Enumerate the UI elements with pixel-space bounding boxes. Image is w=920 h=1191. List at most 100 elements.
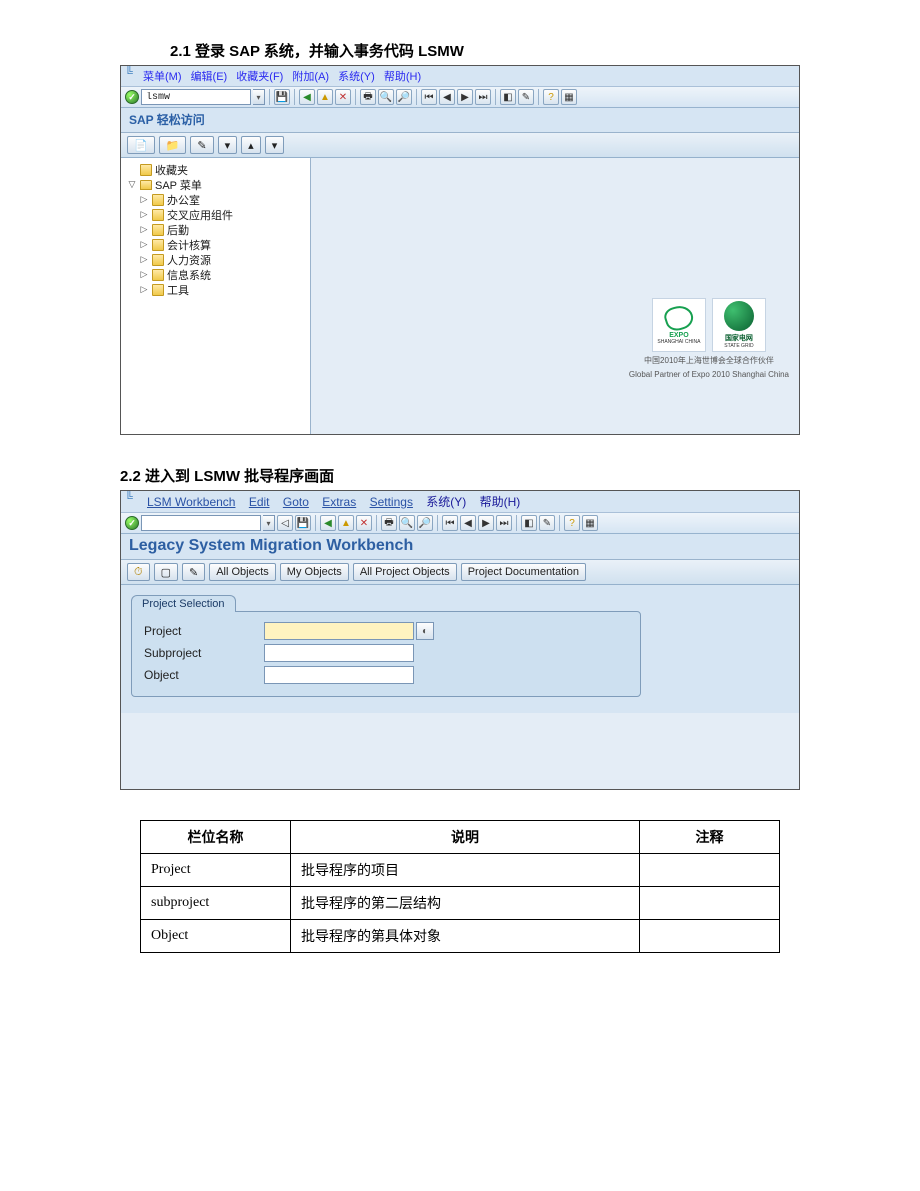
print-icon[interactable]: 🖶	[360, 89, 376, 105]
other-menu-button[interactable]: ✎	[190, 136, 213, 154]
menu-item[interactable]: LSM Workbench	[147, 495, 235, 509]
tree-node[interactable]: 办公室	[167, 192, 200, 208]
shortcut-icon[interactable]: ✎	[518, 89, 534, 105]
tree-node[interactable]: 会计核算	[167, 237, 211, 253]
folder-icon	[152, 254, 164, 266]
content-area: EXPO SHANGHAI CHINA 国家电网 STATE GRID 中国20…	[311, 158, 799, 434]
all-objects-button[interactable]: All Objects	[209, 563, 276, 581]
help-icon[interactable]: ?	[543, 89, 559, 105]
expo-logo: EXPO SHANGHAI CHINA	[652, 298, 706, 352]
branding-footer-cn: 中国2010年上海世博会全球合作伙伴	[629, 356, 789, 366]
find-next-icon[interactable]: 🔎	[396, 89, 412, 105]
tree-node[interactable]: 后勤	[167, 222, 189, 238]
prev-page-icon[interactable]: ◀	[460, 515, 476, 531]
tree-node[interactable]: 交叉应用组件	[167, 207, 233, 223]
all-project-objects-button[interactable]: All Project Objects	[353, 563, 457, 581]
field-description-table: 栏位名称 说明 注释 Project 批导程序的项目 subproject 批导…	[140, 820, 780, 953]
change-entry-button[interactable]: ✎	[182, 563, 205, 581]
tcode-dropdown-icon[interactable]: ▾	[263, 515, 275, 531]
fav-create-button[interactable]: 📄	[127, 136, 155, 154]
tree-node-favorites[interactable]: 收藏夹	[155, 162, 188, 178]
find-next-icon[interactable]: 🔎	[417, 515, 433, 531]
table-header: 说明	[291, 821, 640, 854]
exit-icon[interactable]: ▲	[338, 515, 354, 531]
menu-item[interactable]: 帮助(H)	[480, 495, 521, 509]
print-icon[interactable]: 🖶	[381, 515, 397, 531]
save-icon[interactable]: 💾	[274, 89, 290, 105]
new-session-icon[interactable]: ◧	[521, 515, 537, 531]
my-objects-button[interactable]: My Objects	[280, 563, 349, 581]
table-row: Project 批导程序的项目	[141, 854, 780, 887]
table-row: Object 批导程序的第具体对象	[141, 920, 780, 953]
new-session-icon[interactable]: ◧	[500, 89, 516, 105]
find-icon[interactable]: 🔍	[378, 89, 394, 105]
next-page-icon[interactable]: ▶	[478, 515, 494, 531]
shortcut-icon[interactable]: ✎	[539, 515, 555, 531]
menu-item[interactable]: 编辑(E)	[191, 71, 228, 83]
tree-node-sap-menu[interactable]: SAP 菜单	[155, 177, 202, 193]
folder-icon	[152, 224, 164, 236]
menu-item[interactable]: Edit	[249, 495, 270, 509]
tcode-input[interactable]	[141, 515, 261, 531]
table-header: 栏位名称	[141, 821, 291, 854]
first-page-icon[interactable]: ⏮	[442, 515, 458, 531]
cancel-icon[interactable]: ✕	[356, 515, 372, 531]
lsmw-window: ╚ LSM Workbench Edit Goto Extras Setting…	[120, 490, 800, 790]
back-icon[interactable]: ◀	[320, 515, 336, 531]
menu-item[interactable]: Settings	[370, 495, 413, 509]
prev-page-icon[interactable]: ◀	[439, 89, 455, 105]
project-input[interactable]	[264, 622, 414, 640]
execute-button[interactable]: ⏱	[127, 563, 150, 581]
enter-icon[interactable]: ✓	[125, 516, 139, 530]
move-up-button[interactable]: ▴	[241, 136, 261, 154]
menu-item[interactable]: 附加(A)	[292, 71, 329, 83]
tree-node[interactable]: 信息系统	[167, 267, 211, 283]
menu-item[interactable]: 帮助(H)	[384, 71, 421, 83]
branding-footer-en: Global Partner of Expo 2010 Shanghai Chi…	[629, 370, 789, 380]
table-header: 注释	[640, 821, 780, 854]
first-page-icon[interactable]: ⏮	[421, 89, 437, 105]
sap-corner-icon: ╚	[125, 492, 133, 504]
help-icon[interactable]: ?	[564, 515, 580, 531]
window-title: Legacy System Migration Workbench	[121, 534, 799, 560]
object-input[interactable]	[264, 666, 414, 684]
menu-item[interactable]: 系统(Y)	[338, 71, 375, 83]
layout-icon[interactable]: ▦	[582, 515, 598, 531]
move-down-button[interactable]: ▾	[265, 136, 285, 154]
navigation-tree[interactable]: 收藏夹 ▽SAP 菜单 ▷办公室 ▷交叉应用组件 ▷后勤 ▷会计核算 ▷人力资源…	[121, 158, 311, 434]
menu-item[interactable]: 系统(Y)	[426, 495, 466, 509]
app-toolbar: 📄 📁 ✎ ▾ ▴ ▾	[121, 133, 799, 158]
folder-icon	[152, 194, 164, 206]
back-icon-disabled[interactable]: ◁	[277, 515, 293, 531]
tcode-input[interactable]	[141, 89, 251, 105]
sap-easy-access-window: ╚ 菜单(M) 编辑(E) 收藏夹(F) 附加(A) 系统(Y) 帮助(H) ✓…	[120, 65, 800, 435]
layout-icon[interactable]: ▦	[561, 89, 577, 105]
menu-item[interactable]: 收藏夹(F)	[236, 71, 283, 83]
section-heading-2-1: 2.1 登录 SAP 系统，并输入事务代码 LSMW	[170, 40, 920, 61]
tree-node[interactable]: 人力资源	[167, 252, 211, 268]
exit-icon[interactable]: ▲	[317, 89, 333, 105]
last-page-icon[interactable]: ⏭	[475, 89, 491, 105]
branding-block: EXPO SHANGHAI CHINA 国家电网 STATE GRID 中国20…	[629, 298, 789, 379]
standard-toolbar: ✓ ▾ 💾 ◀ ▲ ✕ 🖶 🔍 🔎 ⏮ ◀ ▶ ⏭ ◧ ✎ ? ▦	[121, 87, 799, 108]
last-page-icon[interactable]: ⏭	[496, 515, 512, 531]
folder-icon	[152, 284, 164, 296]
back-icon[interactable]: ◀	[299, 89, 315, 105]
find-icon[interactable]: 🔍	[399, 515, 415, 531]
next-page-icon[interactable]: ▶	[457, 89, 473, 105]
project-documentation-button[interactable]: Project Documentation	[461, 563, 586, 581]
menu-item[interactable]: Goto	[283, 495, 309, 509]
menu-item[interactable]: Extras	[322, 495, 356, 509]
delete-fav-button[interactable]: ▾	[218, 136, 238, 154]
project-label: Project	[144, 624, 264, 638]
cancel-icon[interactable]: ✕	[335, 89, 351, 105]
fav-folder-button[interactable]: 📁	[159, 136, 187, 154]
tcode-dropdown-icon[interactable]: ▾	[253, 89, 265, 105]
enter-icon[interactable]: ✓	[125, 90, 139, 104]
subproject-input[interactable]	[264, 644, 414, 662]
search-help-icon[interactable]: ◐	[416, 622, 434, 640]
tree-node[interactable]: 工具	[167, 282, 189, 298]
save-icon[interactable]: 💾	[295, 515, 311, 531]
menu-item[interactable]: 菜单(M)	[143, 71, 182, 83]
create-entry-button[interactable]: ▢	[154, 563, 178, 581]
